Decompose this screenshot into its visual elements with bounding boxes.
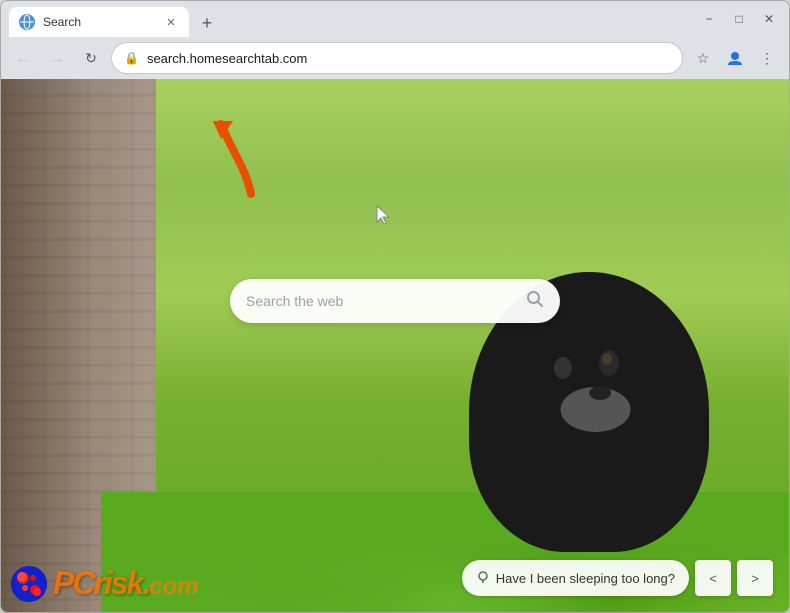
pcrisk-text-area: PCrisk.com: [53, 565, 199, 602]
menu-button[interactable]: ⋮: [753, 44, 781, 72]
bottom-bar: Have I been sleeping too long? < >: [462, 560, 773, 596]
address-security-icon: 🔒: [124, 51, 139, 65]
back-button[interactable]: ←: [9, 44, 37, 72]
address-text: search.homesearchtab.com: [147, 51, 670, 66]
suggestion-pill[interactable]: Have I been sleeping too long?: [462, 560, 689, 596]
forward-button[interactable]: →: [43, 44, 71, 72]
search-icon[interactable]: [526, 290, 544, 313]
bookmark-button[interactable]: ☆: [689, 44, 717, 72]
pcrisk-icon: [11, 566, 47, 602]
active-tab[interactable]: Search ✕: [9, 7, 189, 37]
search-container: Search the web: [230, 279, 560, 323]
search-bar[interactable]: Search the web: [230, 279, 560, 323]
tab-title: Search: [43, 15, 155, 29]
window-controls: − □ ✕: [697, 7, 781, 31]
tab-favicon-icon: [19, 14, 35, 30]
bear-eye-left: [554, 357, 572, 379]
pcrisk-logo: PCrisk.com: [11, 565, 199, 602]
nav-actions: ☆ ⋮: [689, 44, 781, 72]
address-bar[interactable]: 🔒 search.homesearchtab.com: [111, 42, 683, 74]
suggestion-prev-button[interactable]: <: [695, 560, 731, 596]
bear-animal: [419, 172, 759, 552]
bear-nose: [589, 386, 611, 400]
minimize-button[interactable]: −: [697, 7, 721, 31]
search-placeholder: Search the web: [246, 293, 516, 309]
title-bar: Search ✕ + − □ ✕: [1, 1, 789, 37]
pcrisk-domain-text: risk.: [93, 565, 149, 601]
arrow-annotation: [211, 119, 271, 199]
tab-area: Search ✕ +: [9, 1, 685, 37]
reload-button[interactable]: ↻: [77, 44, 105, 72]
pcrisk-tld: com: [149, 573, 198, 600]
pcrisk-brand-text: PC: [53, 565, 93, 601]
maximize-button[interactable]: □: [727, 7, 751, 31]
suggestion-icon: [476, 570, 490, 587]
close-button[interactable]: ✕: [757, 7, 781, 31]
background-scene: [1, 79, 789, 612]
bear-eye-right: [599, 350, 619, 376]
suggestion-next-button[interactable]: >: [737, 560, 773, 596]
profile-button[interactable]: [721, 44, 749, 72]
browser-window: Search ✕ + − □ ✕ ← → ↻ 🔒 search.homesear…: [0, 0, 790, 613]
navigation-bar: ← → ↻ 🔒 search.homesearchtab.com ☆ ⋮: [1, 37, 789, 79]
new-tab-button[interactable]: +: [193, 9, 221, 37]
tab-close-button[interactable]: ✕: [163, 14, 179, 30]
suggestion-text: Have I been sleeping too long?: [496, 571, 675, 586]
page-content: Search the web Have I been sle: [1, 79, 789, 612]
